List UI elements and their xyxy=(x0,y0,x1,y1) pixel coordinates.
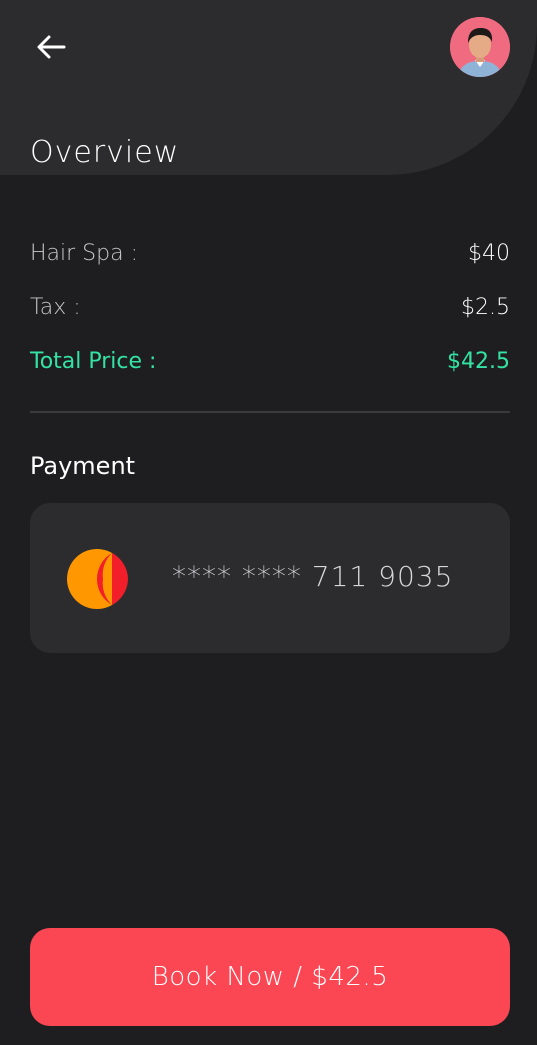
summary-value: $2.5 xyxy=(461,295,510,320)
summary-row-service: Hair Spa : $40 xyxy=(30,239,510,269)
user-photo-icon xyxy=(450,17,510,77)
summary-label: Tax : xyxy=(30,295,81,320)
arrow-left-icon xyxy=(37,35,66,59)
payment-card[interactable]: **** **** 711 9035 xyxy=(30,503,510,653)
total-label: Total Price : xyxy=(30,349,157,374)
summary-row-total: Total Price : $42.5 xyxy=(30,347,510,377)
total-value: $42.5 xyxy=(447,349,510,374)
mastercard-icon xyxy=(67,549,128,609)
avatar[interactable] xyxy=(450,17,510,77)
card-number: **** **** 711 9035 xyxy=(172,560,454,593)
page-title: Overview xyxy=(30,135,180,170)
book-now-button[interactable]: Book Now / $42.5 xyxy=(30,928,510,1026)
summary-value: $40 xyxy=(468,241,510,266)
divider xyxy=(30,411,510,413)
summary-label: Hair Spa : xyxy=(30,241,138,266)
summary-row-tax: Tax : $2.5 xyxy=(30,293,510,323)
payment-title: Payment xyxy=(30,452,136,480)
back-button[interactable] xyxy=(30,26,72,68)
